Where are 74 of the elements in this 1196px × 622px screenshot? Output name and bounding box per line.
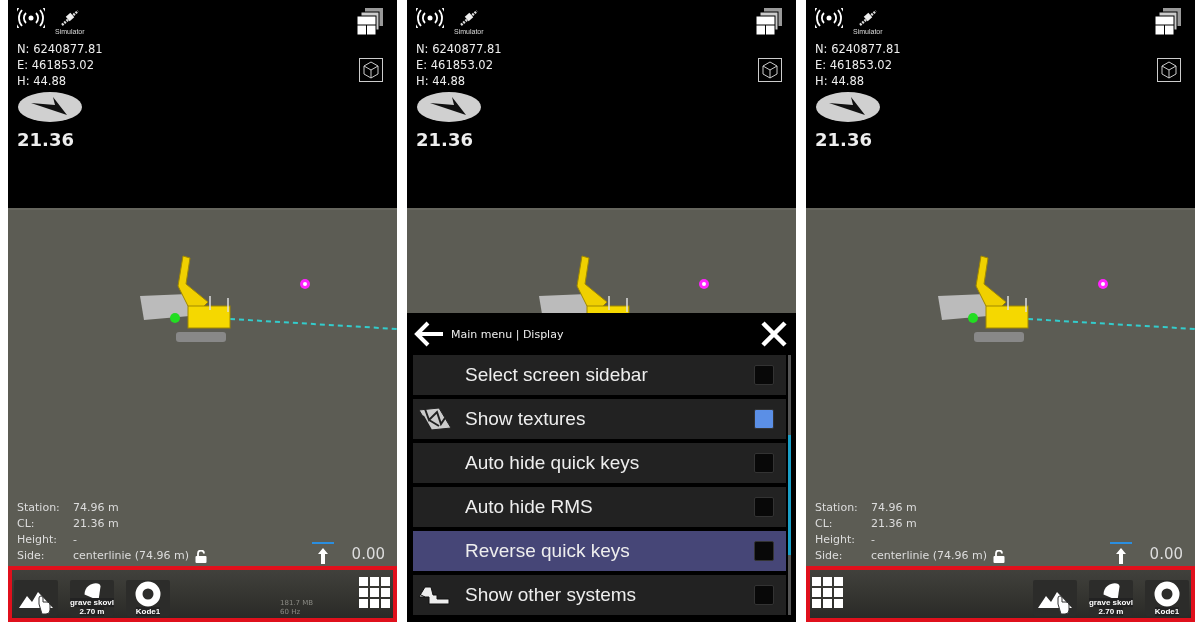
info-value: 21.36 m <box>73 516 119 532</box>
menu-item[interactable]: Show other systems <box>413 575 786 615</box>
grid-menu-icon[interactable] <box>812 577 844 609</box>
scrollbar[interactable] <box>788 355 791 615</box>
menu-item[interactable]: Reverse quick keys <box>413 531 786 571</box>
info-value: - <box>871 532 875 548</box>
bucket-icon <box>84 582 101 601</box>
info-value: centerlinie (74.96 m) <box>73 548 190 564</box>
compass-heading-icon <box>815 91 881 123</box>
terrain-button[interactable] <box>1033 580 1077 616</box>
menu-item[interactable]: Select screen sidebar <box>413 355 786 395</box>
menu-breadcrumb: Main menu | Display <box>451 327 565 341</box>
info-label: Station: <box>17 500 61 516</box>
coordinate-text: N: 6240877.81 <box>416 41 502 57</box>
bucket-button[interactable]: grave skovl 2.70 m <box>1089 580 1133 616</box>
checkbox[interactable] <box>754 497 774 517</box>
coordinate-text: H: 44.88 <box>416 73 467 89</box>
info-label: Height: <box>815 532 857 548</box>
compass-heading-icon <box>17 91 83 123</box>
checkbox[interactable] <box>754 585 774 605</box>
info-label: CL: <box>17 516 36 532</box>
excavator-icon <box>417 583 451 607</box>
grid-menu-icon[interactable] <box>359 577 391 609</box>
coordinate-text: E: 461853.02 <box>416 57 494 73</box>
checkbox[interactable] <box>754 541 774 561</box>
elevation-arrow-icon <box>1109 542 1132 564</box>
radio-signal-icon <box>815 8 843 28</box>
bucket-icon <box>1103 582 1120 601</box>
info-value: 21.36 m <box>871 516 917 532</box>
cube-view-icon[interactable] <box>1157 58 1181 82</box>
info-value: 74.96 m <box>871 500 917 516</box>
heading-value: 21.36 <box>815 129 873 150</box>
elevation-value: 0.00 <box>351 544 385 564</box>
coordinate-text: N: 6240877.81 <box>815 41 901 57</box>
terrain-button[interactable] <box>14 580 58 616</box>
texture-mesh-icon <box>417 406 453 432</box>
info-label: CL: <box>815 516 834 532</box>
cube-view-icon[interactable] <box>758 58 782 82</box>
compass-heading-icon <box>416 91 482 123</box>
unlocked-padlock-icon[interactable] <box>195 549 208 563</box>
heading-value: 21.36 <box>17 129 75 150</box>
coordinate-text: E: 461853.02 <box>17 57 95 73</box>
unlocked-padlock-icon[interactable] <box>993 549 1006 563</box>
elevation-value: 0.00 <box>1149 544 1183 564</box>
info-value: centerlinie (74.96 m) <box>871 548 988 564</box>
close-button[interactable] <box>760 320 788 348</box>
radio-signal-icon <box>416 8 444 28</box>
info-value: - <box>73 532 77 548</box>
checkbox[interactable] <box>754 453 774 473</box>
code-button[interactable]: Kode1 <box>126 580 170 616</box>
menu-item[interactable]: Auto hide RMS <box>413 487 786 527</box>
elevation-arrow-icon <box>311 542 334 564</box>
info-label: Station: <box>815 500 859 516</box>
checkbox[interactable] <box>754 365 774 385</box>
info-value: 74.96 m <box>73 500 119 516</box>
coordinate-text: E: 461853.02 <box>815 57 893 73</box>
layers-icon[interactable] <box>357 8 383 36</box>
menu-item[interactable]: Show textures <box>413 399 786 439</box>
radio-signal-icon <box>17 8 45 28</box>
layers-icon[interactable] <box>1155 8 1181 36</box>
coordinate-text: N: 6240877.81 <box>17 41 103 57</box>
coordinate-text: H: 44.88 <box>815 73 866 89</box>
back-arrow-button[interactable] <box>413 320 445 348</box>
checkbox[interactable] <box>754 409 774 429</box>
info-label: Side: <box>815 548 844 564</box>
layers-icon[interactable] <box>756 8 782 36</box>
heading-value: 21.36 <box>416 129 474 150</box>
info-label: Side: <box>17 548 46 564</box>
menu-item[interactable]: Auto hide quick keys <box>413 443 786 483</box>
coordinate-text: H: 44.88 <box>17 73 68 89</box>
bucket-button[interactable]: grave skovl 2.70 m <box>70 580 114 616</box>
cube-view-icon[interactable] <box>359 58 383 82</box>
info-label: Height: <box>17 532 59 548</box>
code-button[interactable]: Kode1 <box>1145 580 1189 616</box>
